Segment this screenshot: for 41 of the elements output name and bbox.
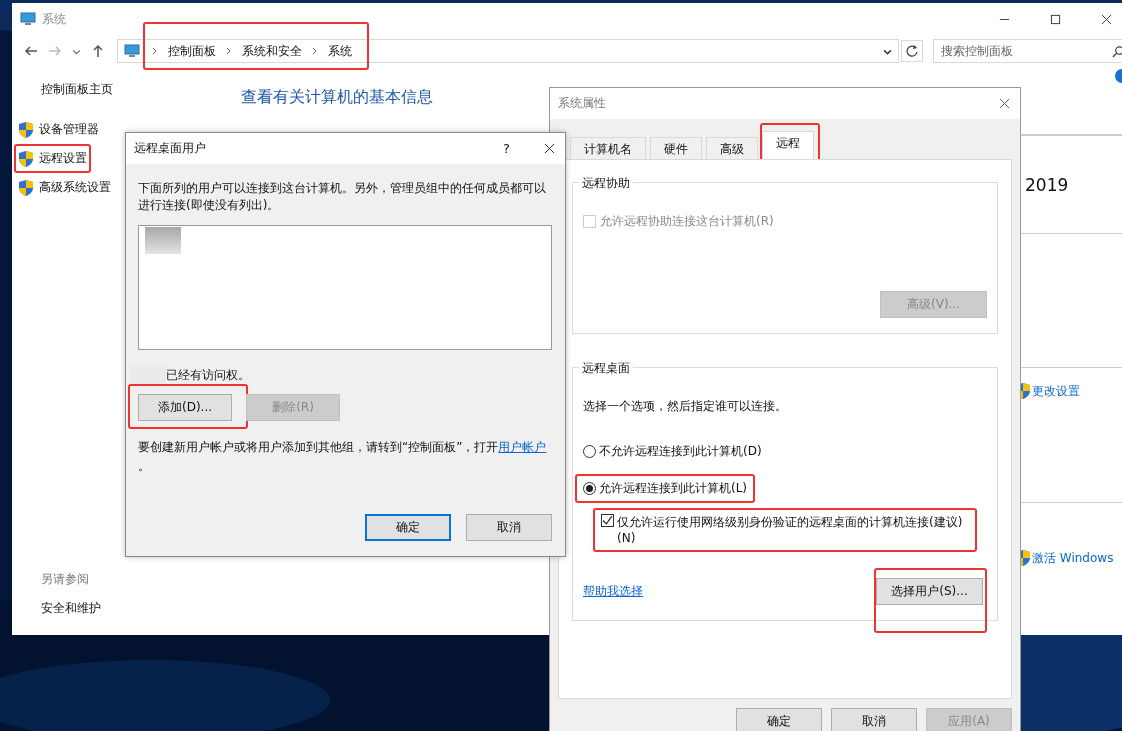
page-heading: 查看有关计算机的基本信息 [241,87,433,106]
help-button[interactable]: ? [503,141,510,156]
dialog-title: 系统属性 [558,95,606,112]
dialog-button[interactable]: 取消 [466,514,552,541]
sidebar-link[interactable]: 设备管理器 [39,121,99,138]
sidebar-link[interactable]: 控制面板主页 [41,81,218,98]
sidebar-link[interactable]: 远程设置 [39,150,87,167]
description-text: 下面所列的用户可以连接到这台计算机。另外，管理员组中的任何成员都可以进行连接(即使没有列出)。 [138,180,547,214]
checkbox-label: 允许远程协助连接这台计算机(R) [600,213,774,230]
window-title: 系统 [42,10,66,28]
breadcrumb-item[interactable]: 系统和安全 [242,42,302,60]
radio-label: 允许远程连接到此计算机(L) [599,480,748,497]
activate-link[interactable]: 激活 Windows [1032,549,1114,567]
breadcrumb-item[interactable]: 控制面板 [168,42,216,60]
help-link[interactable]: 帮助我选择 [583,583,643,600]
section-heading: 另请参阅 [41,571,90,588]
group-title: 远程桌面 [579,360,633,377]
tab[interactable]: 远程 [762,131,814,159]
address-bar[interactable]: 控制面板 系统和安全 系统 [117,39,899,63]
user-accounts-link[interactable]: 用户帐户 [498,440,547,454]
radio-label: 不允许远程连接到此计算机(D) [599,443,762,460]
dialog-button[interactable]: 确定 [365,514,451,541]
hint-text: 要创建新用户帐户或将用户添加到其他组，请转到“控制面板”，打开用户帐户 。 [138,439,548,475]
change-settings-link[interactable]: 更改设置 [1032,382,1080,400]
dialog-button[interactable]: 确定 [736,708,822,731]
select-users-button[interactable]: 选择用户(S)... [876,578,983,605]
dialog-title: 远程桌面用户 [134,140,206,157]
dialog-button[interactable]: 添加(D)... [138,394,232,421]
search-field[interactable]: 搜索控制面板 [933,39,1122,63]
group-title: 远程协助 [579,175,633,192]
dialog-button[interactable]: 取消 [831,708,917,731]
tab[interactable]: 计算机名 [570,137,646,161]
instruction-text: 选择一个选项，然后指定谁可以连接。 [583,398,788,415]
sidebar-link[interactable]: 高级系统设置 [39,179,111,196]
sidebar-link[interactable]: 安全和维护 [41,600,218,617]
breadcrumb-item[interactable]: 系统 [328,42,352,60]
checkbox-label: 仅允许运行使用网络级别身份验证的远程桌面的计算机连接(建议)(N) [617,514,964,546]
tab[interactable]: 硬件 [650,137,702,161]
tab[interactable]: 高级 [706,137,758,161]
edition-text: 2019 [1025,174,1069,195]
access-note: 已经有访问权。 [166,366,250,384]
